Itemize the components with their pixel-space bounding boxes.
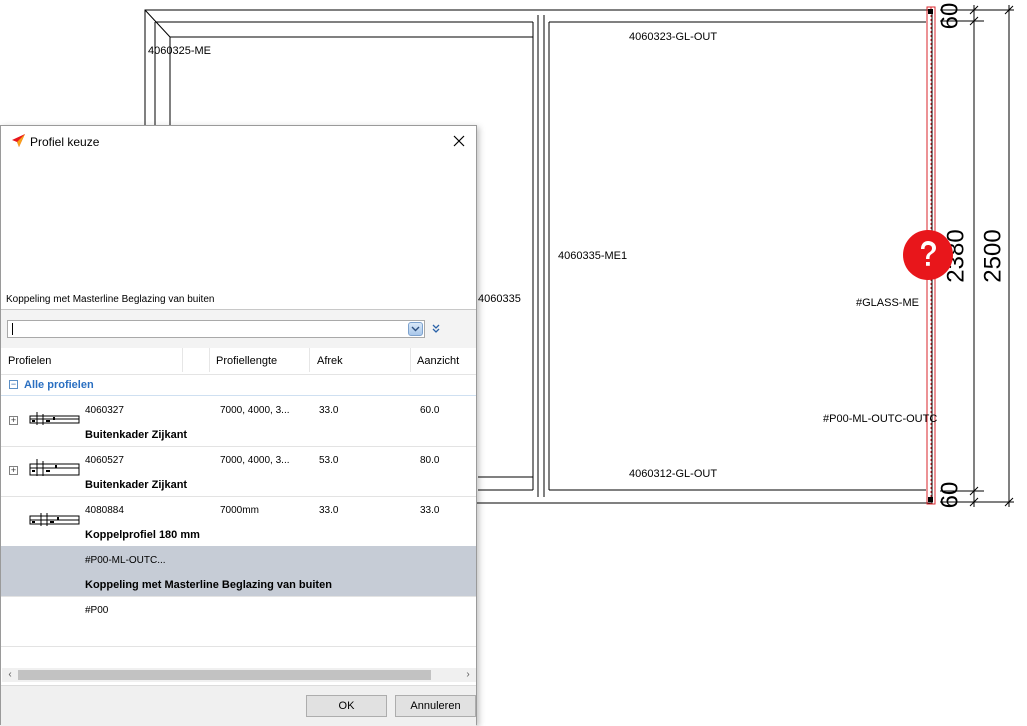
label-coupling: #P00-ML-OUTC-OUTC <box>823 413 938 425</box>
profile-code: #P00-ML-OUTC... <box>85 555 166 566</box>
group-all-profiles[interactable]: − Alle profielen <box>1 375 476 396</box>
scrollbar-thumb[interactable] <box>18 670 431 680</box>
dimension-overall: 2500 <box>979 229 1007 283</box>
profile-aanzicht: 33.0 <box>420 505 440 516</box>
dimension-bottom: 60 <box>936 481 964 509</box>
table-row-selected[interactable]: #P00-ML-OUTC... Koppeling met Masterline… <box>1 546 476 597</box>
label-frame-top-left: 4060325-ME <box>148 45 211 57</box>
profiles-grid: Profielen Profiellengte Afrek Aanzicht −… <box>1 348 476 668</box>
expand-row-icon[interactable]: + <box>9 416 18 425</box>
label-mullion-left: 4060335 <box>478 293 521 305</box>
column-header-profiellengte[interactable]: Profiellengte <box>216 355 277 367</box>
profile-code: 4080884 <box>85 505 124 516</box>
search-field[interactable] <box>7 320 425 339</box>
table-row[interactable]: + 4060327 Buitenkader Zijkant 7000, 4000… <box>1 396 476 447</box>
question-mark-icon[interactable] <box>903 230 953 280</box>
label-glass: #GLASS-ME <box>856 297 919 309</box>
profile-code: #P00 <box>85 605 109 616</box>
dialog-titlebar[interactable]: Profiel keuze <box>1 126 476 158</box>
column-separator[interactable] <box>209 348 210 372</box>
profile-afrek: 33.0 <box>319 505 339 516</box>
profile-code: 4060527 <box>85 455 124 466</box>
profile-name: Koppelprofiel 180 mm <box>85 529 200 541</box>
expand-options-button[interactable] <box>429 322 443 336</box>
group-label: Alle profielen <box>24 379 94 391</box>
dialog-title: Profiel keuze <box>30 135 100 149</box>
profile-thumbnail-icon <box>29 513 80 526</box>
column-header-aanzicht[interactable]: Aanzicht <box>417 355 459 367</box>
label-mullion: 4060335-ME1 <box>558 250 628 262</box>
table-row[interactable]: 4080884 Koppelprofiel 180 mm 7000mm 33.0… <box>1 496 476 547</box>
preview-caption: Koppeling met Masterline Beglazing van b… <box>6 294 215 305</box>
ok-button[interactable]: OK <box>306 695 387 717</box>
question-mark-glyph <box>921 241 936 266</box>
chevron-down-icon <box>411 326 420 332</box>
table-row[interactable]: + 4060527 Buitenkader Zijkant 7000, 4000… <box>1 446 476 497</box>
profile-aanzicht: 80.0 <box>420 455 440 466</box>
profile-name: Koppeling met Masterline Beglazing van b… <box>85 579 332 591</box>
horizontal-scrollbar[interactable]: ‹ › <box>2 668 476 682</box>
double-chevron-down-icon <box>432 324 440 333</box>
cancel-button[interactable]: Annuleren <box>395 695 476 717</box>
arrow-cursor-icon <box>12 134 25 147</box>
close-button[interactable] <box>448 130 470 152</box>
profile-preview: Koppeling met Masterline Beglazing van b… <box>1 157 476 310</box>
dimension-top: 60 <box>936 2 964 30</box>
table-row[interactable]: #P00 <box>1 596 476 647</box>
collapse-icon[interactable]: − <box>9 380 18 389</box>
profiel-keuze-dialog: Profiel keuze Koppeling met Masterline B… <box>0 125 477 726</box>
search-dropdown-button[interactable] <box>408 322 423 336</box>
text-cursor <box>12 323 13 335</box>
column-header-profielen[interactable]: Profielen <box>8 355 51 367</box>
profile-name: Buitenkader Zijkant <box>85 429 188 441</box>
profile-name: Buitenkader Zijkant <box>85 479 188 491</box>
grid-header: Profielen Profiellengte Afrek Aanzicht <box>1 348 476 375</box>
column-separator[interactable] <box>182 348 183 372</box>
profile-length: 7000mm <box>220 505 259 516</box>
profile-length: 7000, 4000, 3... <box>220 405 290 416</box>
profile-aanzicht: 60.0 <box>420 405 440 416</box>
search-toolbar <box>1 310 476 349</box>
profile-afrek: 53.0 <box>319 455 339 466</box>
scroll-left-icon[interactable]: ‹ <box>4 669 16 680</box>
column-header-afrek[interactable]: Afrek <box>317 355 343 367</box>
profile-length: 7000, 4000, 3... <box>220 455 290 466</box>
profile-thumbnail-icon <box>29 459 80 476</box>
profile-code: 4060327 <box>85 405 124 416</box>
label-frame-top-right: 4060323-GL-OUT <box>629 31 718 43</box>
scroll-right-icon[interactable]: › <box>462 669 474 680</box>
dialog-footer: OK Annuleren <box>1 685 476 726</box>
profile-thumbnail-icon <box>29 412 80 425</box>
expand-row-icon[interactable]: + <box>9 466 18 475</box>
close-icon <box>453 135 465 147</box>
column-separator[interactable] <box>309 348 310 372</box>
profile-afrek: 33.0 <box>319 405 339 416</box>
column-separator[interactable] <box>410 348 411 372</box>
search-input[interactable] <box>8 323 407 339</box>
label-frame-bottom: 4060312-GL-OUT <box>629 468 718 480</box>
